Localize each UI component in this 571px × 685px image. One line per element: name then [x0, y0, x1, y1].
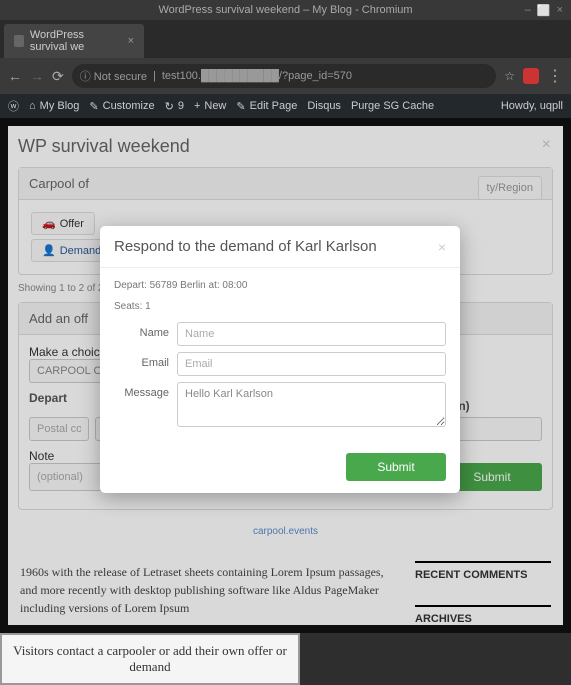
howdy-user[interactable]: Howdy, uqpll — [501, 100, 563, 112]
site-link[interactable]: ⌂My Blog — [29, 100, 79, 112]
favicon-icon — [14, 35, 24, 47]
browser-tab[interactable]: WordPress survival we × — [4, 24, 144, 58]
respond-modal: Respond to the demand of Karl Karlson × … — [100, 226, 460, 493]
tab-label: WordPress survival we — [30, 29, 122, 53]
address-bar: ← → ⟳ ⓘ Not secure | test100.██████████/… — [0, 58, 571, 94]
wp-admin-bar: ⓦ ⌂My Blog ✎Customize ↻9 +New ✎Edit Page… — [0, 94, 571, 118]
back-button[interactable]: ← — [8, 68, 22, 84]
modal-title: Respond to the demand of Karl Karlson — [114, 238, 377, 255]
modal-submit-button[interactable]: Submit — [346, 453, 446, 481]
name-label: Name — [114, 322, 169, 339]
message-textarea[interactable]: Hello Karl Karlson — [177, 382, 446, 427]
url-field[interactable]: ⓘ Not secure | test100.██████████/?page_… — [72, 64, 497, 88]
brush-icon: ✎ — [89, 100, 98, 113]
maximize-icon[interactable]: ⬜ — [537, 4, 551, 17]
window-titlebar: WordPress survival weekend – My Blog - C… — [0, 0, 571, 20]
forward-button: → — [30, 68, 44, 84]
reload-button[interactable]: ⟳ — [52, 68, 64, 85]
bookmark-icon[interactable]: ☆ — [504, 69, 515, 83]
email-label-modal: Email — [114, 352, 169, 369]
plus-icon: + — [194, 100, 200, 112]
name-input[interactable] — [177, 322, 446, 346]
purge-cache-link[interactable]: Purge SG Cache — [351, 100, 434, 112]
close-icon[interactable]: × — [557, 4, 563, 17]
updates-icon: ↻ — [165, 100, 174, 113]
url-text: test100.██████████/?page_id=570 — [162, 70, 352, 82]
window-title: WordPress survival weekend – My Blog - C… — [158, 4, 412, 16]
extension-icon[interactable] — [523, 68, 539, 84]
home-icon: ⌂ — [29, 100, 36, 112]
email-input-modal[interactable] — [177, 352, 446, 376]
figure-caption: Visitors contact a carpooler or add thei… — [0, 633, 300, 685]
modal-close-icon[interactable]: × — [438, 239, 446, 255]
edit-page-link[interactable]: ✎Edit Page — [236, 100, 297, 113]
seats-info: Seats: 1 — [114, 301, 446, 312]
pencil-icon: ✎ — [236, 100, 245, 113]
new-link[interactable]: +New — [194, 100, 226, 112]
depart-info: Depart: 56789 Berlin at: 08:00 — [114, 280, 446, 291]
minimize-icon[interactable]: – — [525, 4, 531, 17]
message-label: Message — [114, 382, 169, 399]
wp-logo-icon[interactable]: ⓦ — [8, 98, 19, 114]
customize-link[interactable]: ✎Customize — [89, 100, 154, 113]
tab-bar: WordPress survival we × — [0, 20, 571, 58]
browser-menu-icon[interactable]: ⋮ — [547, 66, 563, 86]
disqus-link[interactable]: Disqus — [307, 100, 341, 112]
updates-link[interactable]: ↻9 — [165, 100, 184, 113]
not-secure-label: ⓘ Not secure — [80, 68, 147, 84]
tab-close-icon[interactable]: × — [128, 35, 134, 47]
